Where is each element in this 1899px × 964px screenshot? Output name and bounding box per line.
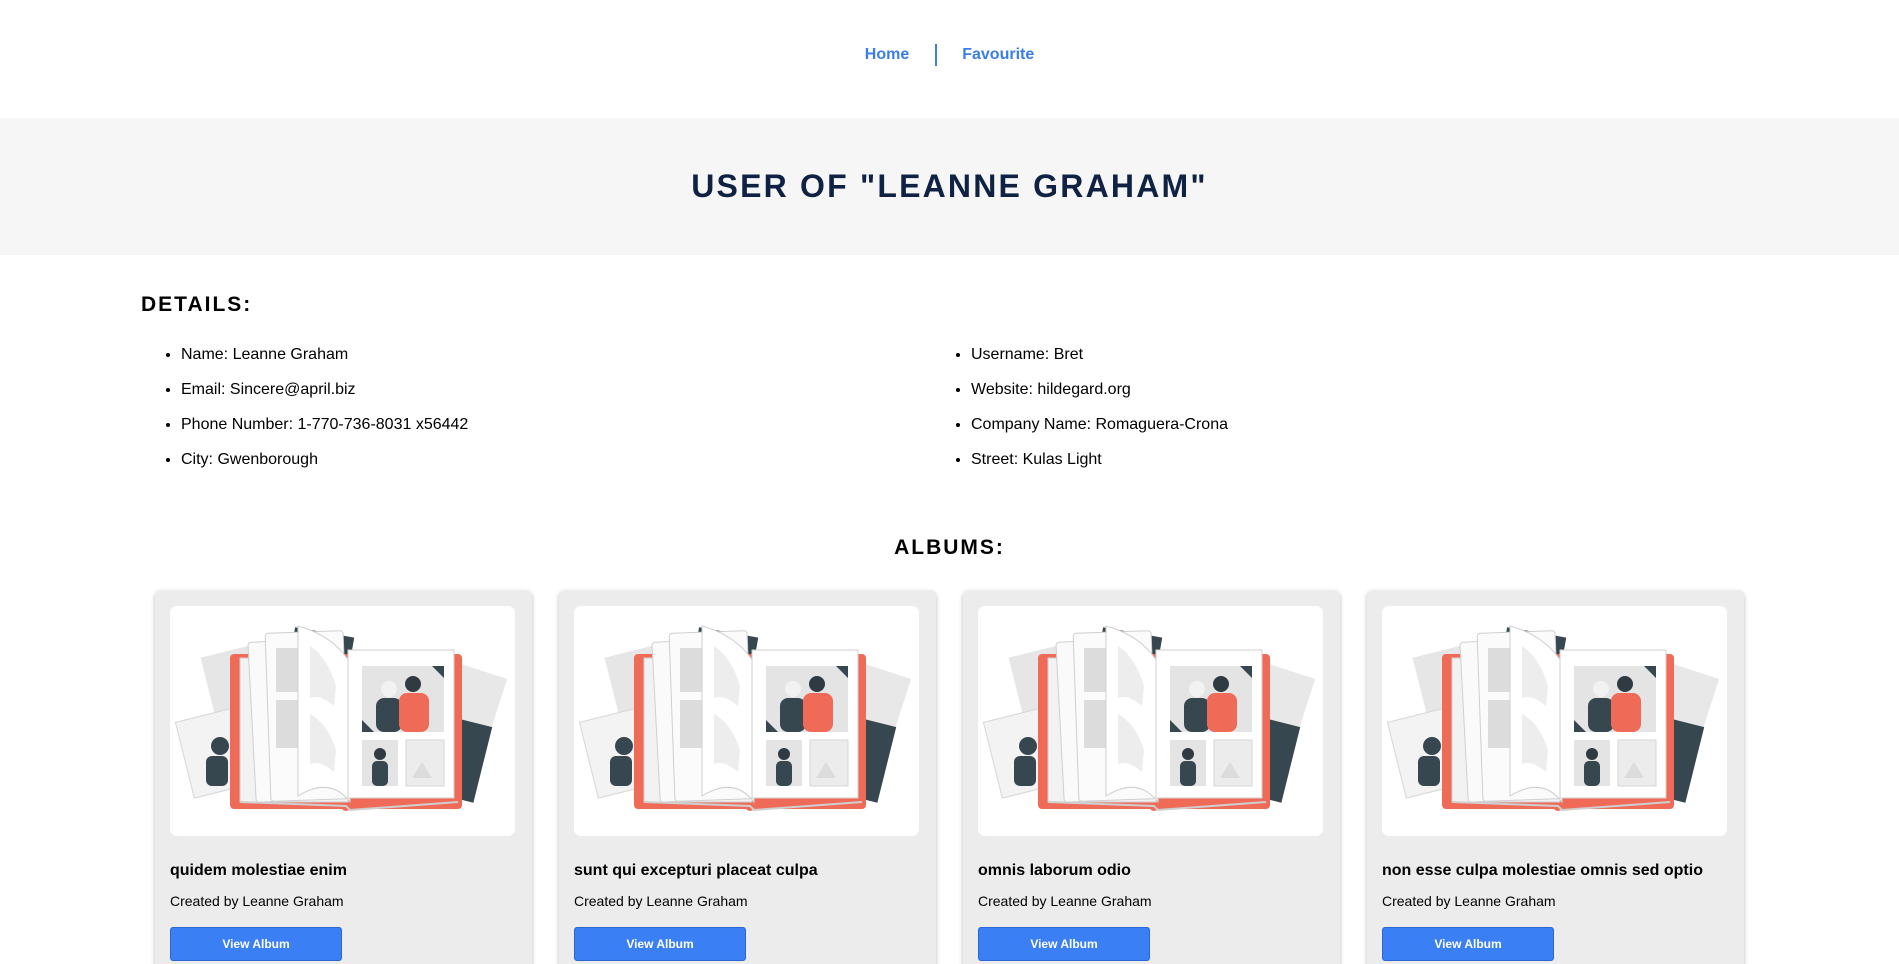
album-title: non esse culpa molestiae omnis sed optio [1382,862,1703,879]
user-details: DETAILS: Name: Leanne Graham Email: Sinc… [0,255,1899,477]
view-album-button[interactable]: View Album [1382,927,1554,961]
detail-city: City: Gwenborough [181,442,931,477]
top-nav: Home Favourite [0,0,1899,118]
album-image [170,606,515,836]
view-album-button[interactable]: View Album [170,927,342,961]
details-columns: Name: Leanne Graham Email: Sincere@april… [141,337,1899,477]
page-title: USER OF "LEANNE GRAHAM" [691,168,1208,204]
album-author: Created by Leanne Graham [978,893,1152,909]
album-image [574,606,919,836]
album-author: Created by Leanne Graham [574,893,748,909]
album-card: sunt qui excepturi placeat culpa Created… [559,591,936,964]
album-grid: quidem molestiae enim Created by Leanne … [155,591,1899,964]
view-album-button[interactable]: View Album [978,927,1150,961]
detail-street: Street: Kulas Light [971,442,1228,477]
album-card: non esse culpa molestiae omnis sed optio… [1367,591,1744,964]
detail-name: Name: Leanne Graham [181,337,931,372]
details-list-right: Username: Bret Website: hildegard.org Co… [931,337,1228,477]
detail-username: Username: Bret [971,337,1228,372]
album-card: omnis laborum odio Created by Leanne Gra… [963,591,1340,964]
photo-album-illustration-icon [174,625,508,812]
view-album-button[interactable]: View Album [574,927,746,961]
photo-album-illustration-icon [578,625,912,812]
detail-website: Website: hildegard.org [971,372,1228,407]
album-author: Created by Leanne Graham [1382,893,1556,909]
album-title: omnis laborum odio [978,862,1131,879]
album-title: quidem molestiae enim [170,862,347,879]
nav-divider [935,44,938,66]
album-card: quidem molestiae enim Created by Leanne … [155,591,532,964]
detail-phone: Phone Number: 1-770-736-8031 x56442 [181,407,931,442]
nav-favourite-link[interactable]: Favourite [962,46,1034,64]
nav-home-link[interactable]: Home [865,46,909,64]
photo-album-illustration-icon [1386,625,1720,812]
page-banner: USER OF "LEANNE GRAHAM" [0,118,1899,255]
album-image [1382,606,1727,836]
album-author: Created by Leanne Graham [170,893,344,909]
photo-album-illustration-icon [982,625,1316,812]
details-list-left: Name: Leanne Graham Email: Sincere@april… [141,337,931,477]
detail-email: Email: Sincere@april.biz [181,372,931,407]
detail-company: Company Name: Romaguera-Crona [971,407,1228,442]
album-image [978,606,1323,836]
details-heading: DETAILS: [141,293,253,316]
album-title: sunt qui excepturi placeat culpa [574,862,818,879]
albums-heading: ALBUMS: [894,536,1005,559]
